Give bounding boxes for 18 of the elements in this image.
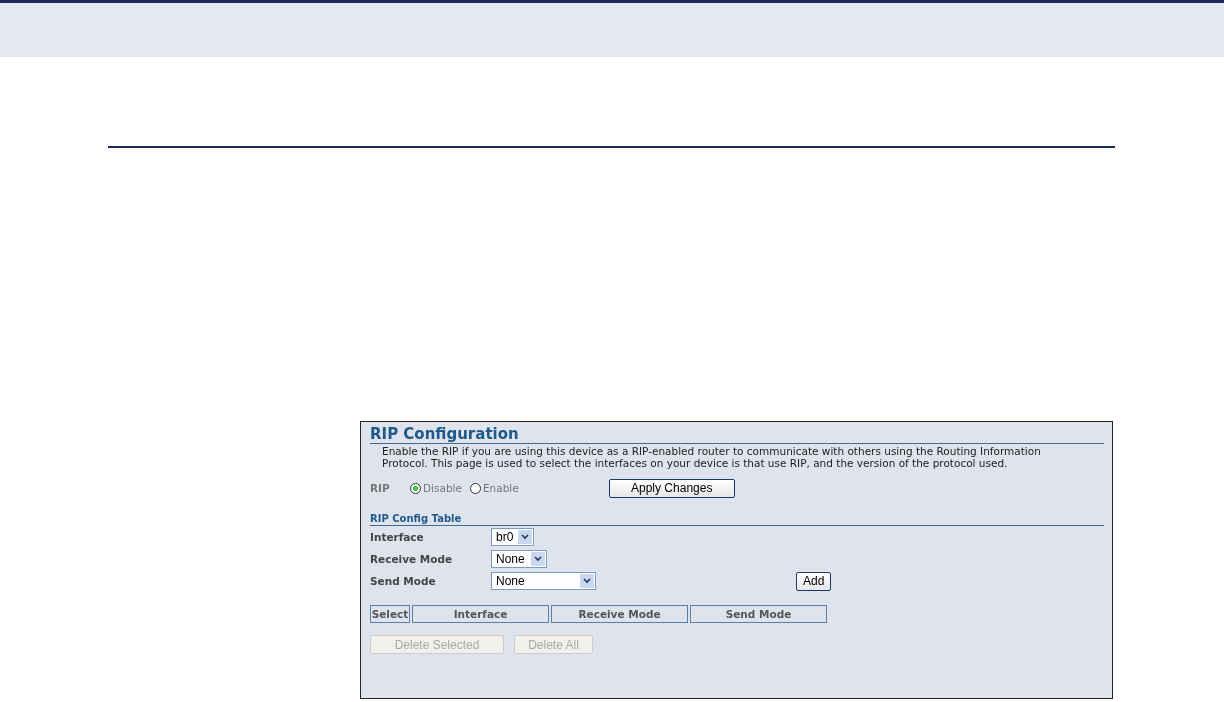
field-label: Receive Mode [370,553,454,565]
field-label: Interface [370,531,425,543]
column-header: Send Mode [690,605,827,623]
rip-label: RIP [370,482,391,494]
column-header: Interface [412,605,549,623]
add-button[interactable]: Add [796,571,832,591]
select-field[interactable]: None [491,550,547,568]
select-field[interactable]: None [491,572,596,590]
panel-title: RIP Configuration [370,426,1104,444]
column-header: Receive Mode [551,605,688,623]
select-field[interactable]: br0 [491,528,534,546]
radio-option[interactable]: Disable [410,482,462,494]
field-label: Send Mode [370,575,437,587]
table-title: RIP Config Table [370,513,1104,526]
apply-changes-button[interactable]: Apply Changes [608,478,735,498]
column-header: Select [370,605,410,623]
radio-option[interactable]: Enable [469,482,519,494]
description-text: Enable the RIP if you are using this device as a RIP-enabled router to communicate with others using the Routing Information Protocol. This page is used to select the interfaces on your device is that use RIP, and the version of the protocol used. [381,444,1042,469]
